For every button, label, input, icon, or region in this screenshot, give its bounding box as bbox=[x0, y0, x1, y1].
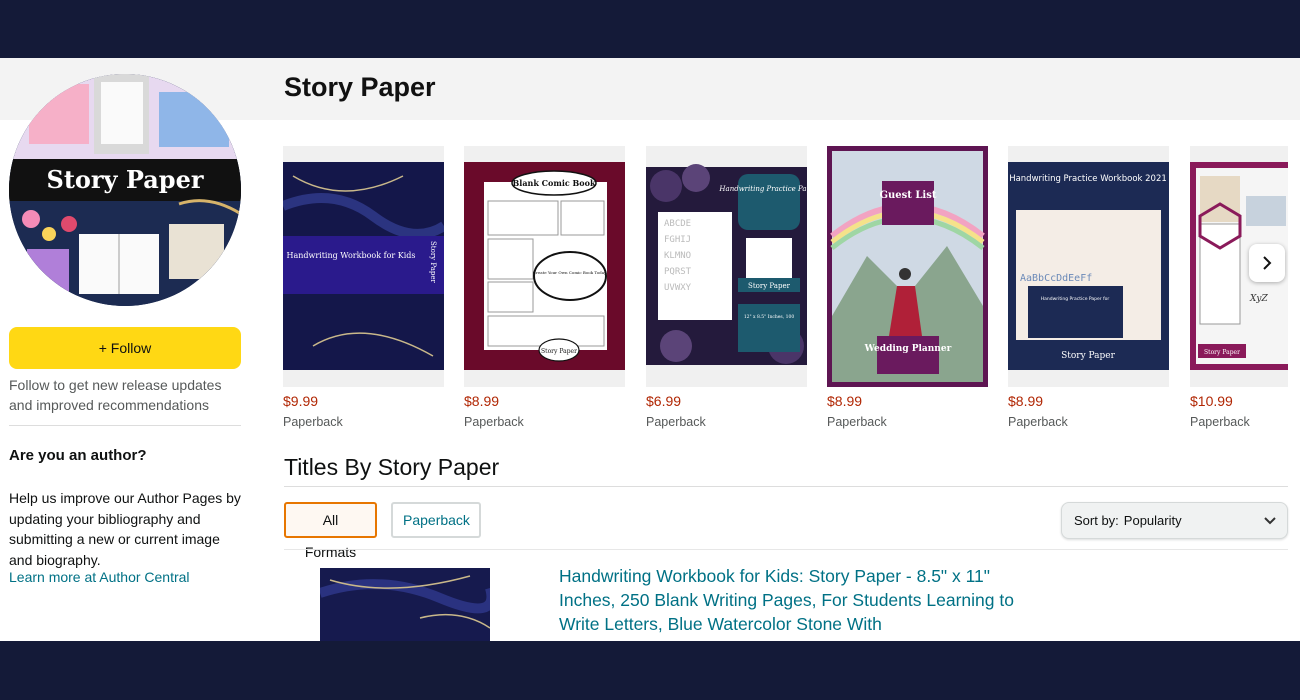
cover-brand: Story Paper bbox=[1061, 351, 1116, 361]
svg-text:12" x 8.5" Inches, 100: 12" x 8.5" Inches, 100 bbox=[744, 314, 795, 320]
format-all-button[interactable]: All Formats bbox=[284, 502, 377, 560]
carousel-card[interactable]: Guest List Wedding Planner $8.99 Paperba… bbox=[827, 146, 988, 429]
book-format: Paperback bbox=[827, 415, 887, 429]
sort-dropdown[interactable]: Sort by: Popularity bbox=[1061, 502, 1288, 539]
cover-brand: Story Paper bbox=[541, 348, 577, 355]
cover-title: Handwriting Practice Paper bbox=[718, 185, 807, 193]
sort-label: Sort by: bbox=[1074, 513, 1119, 528]
titles-heading: Titles By Story Paper bbox=[284, 454, 500, 480]
book-format: Paperback bbox=[646, 415, 706, 429]
svg-text:ABCDE: ABCDE bbox=[664, 219, 691, 229]
chevron-down-icon bbox=[1264, 517, 1276, 525]
book-price: $10.99 bbox=[1190, 393, 1233, 409]
author-help-text: Help us improve our Author Pages by upda… bbox=[9, 490, 241, 568]
divider bbox=[284, 486, 1288, 487]
follow-hint: Follow to get new release updates and im… bbox=[9, 377, 222, 413]
book-format: Paperback bbox=[283, 415, 343, 429]
books-carousel: Handwriting Workbook for Kids Story Pape… bbox=[283, 146, 1288, 431]
book-cover[interactable]: Guest List Wedding Planner bbox=[827, 146, 988, 387]
cover-title: Handwriting Practice Workbook 2021 bbox=[1009, 174, 1167, 184]
divider bbox=[284, 549, 1288, 550]
author-avatar: Story Paper bbox=[9, 74, 241, 306]
book-price: $8.99 bbox=[827, 393, 863, 409]
svg-text:Handwriting Practice Paper for: Handwriting Practice Paper for bbox=[1041, 296, 1110, 302]
follow-button[interactable]: + Follow bbox=[9, 327, 241, 369]
author-question: Are you an author? bbox=[9, 447, 147, 464]
book-cover[interactable]: ABCDE FGHIJ KLMNO PQRST UVWXY Handwritin… bbox=[646, 146, 819, 387]
book-format: Paperback bbox=[1190, 415, 1250, 429]
book-price: $8.99 bbox=[1008, 393, 1044, 409]
book-price: $6.99 bbox=[646, 393, 682, 409]
page-title: Story Paper bbox=[284, 72, 436, 102]
cover-side-text: Story Paper bbox=[429, 241, 437, 284]
chevron-right-icon bbox=[1263, 256, 1272, 270]
svg-text:Create Your Own Comic Book Tod: Create Your Own Comic Book Today. bbox=[533, 270, 607, 275]
author-central-link[interactable]: Learn more at Author Central bbox=[9, 569, 190, 585]
svg-text:UVWXY: UVWXY bbox=[664, 283, 692, 293]
carousel-card[interactable]: ABCDE FGHIJ KLMNO PQRST UVWXY Handwritin… bbox=[646, 146, 819, 429]
cover-brand: Story Paper bbox=[1204, 349, 1240, 356]
svg-text:XyZ: XyZ bbox=[1249, 294, 1268, 304]
carousel-card[interactable]: Blank Comic Book Create Your Own Comic B… bbox=[464, 146, 625, 429]
result-thumbnail[interactable] bbox=[320, 568, 490, 641]
book-cover[interactable]: Blank Comic Book Create Your Own Comic B… bbox=[464, 146, 625, 387]
cover-brand: Story Paper bbox=[748, 282, 791, 290]
author-page: Story Paper Story Paper + Follow Follow … bbox=[0, 58, 1300, 641]
svg-text:AaBbCcDdEeFf: AaBbCcDdEeFf bbox=[1020, 273, 1092, 284]
result-title-link[interactable]: Handwriting Workbook for Kids: Story Pap… bbox=[559, 564, 1019, 636]
sort-value: Popularity bbox=[1123, 513, 1182, 528]
cover-title: Guest List bbox=[880, 190, 937, 201]
avatar-text: Story Paper bbox=[46, 165, 203, 194]
svg-text:PQRST: PQRST bbox=[664, 267, 692, 277]
carousel-card[interactable]: Handwriting Workbook for Kids Story Pape… bbox=[283, 146, 447, 429]
book-cover[interactable]: Handwriting Workbook for Kids Story Pape… bbox=[283, 146, 447, 387]
format-paperback-button[interactable]: Paperback bbox=[391, 502, 481, 538]
svg-text:FGHIJ: FGHIJ bbox=[664, 235, 691, 245]
book-price: $9.99 bbox=[283, 393, 319, 409]
book-format: Paperback bbox=[464, 415, 524, 429]
book-cover[interactable]: Handwriting Practice Workbook 2021 AaBbC… bbox=[1008, 146, 1169, 387]
cover-title: Blank Comic Book bbox=[513, 178, 596, 188]
carousel-card[interactable]: Handwriting Practice Workbook 2021 AaBbC… bbox=[1008, 146, 1169, 429]
svg-text:KLMNO: KLMNO bbox=[664, 251, 691, 261]
book-price: $8.99 bbox=[464, 393, 500, 409]
divider bbox=[9, 425, 241, 426]
cover-sub: Wedding Planner bbox=[864, 344, 952, 354]
carousel-next-button[interactable] bbox=[1249, 244, 1285, 282]
book-format: Paperback bbox=[1008, 415, 1068, 429]
carousel-card[interactable]: Kkb XyZ Story Paper $10.99 Paperback bbox=[1190, 146, 1288, 429]
cover-title: Handwriting Workbook for Kids bbox=[286, 251, 415, 260]
